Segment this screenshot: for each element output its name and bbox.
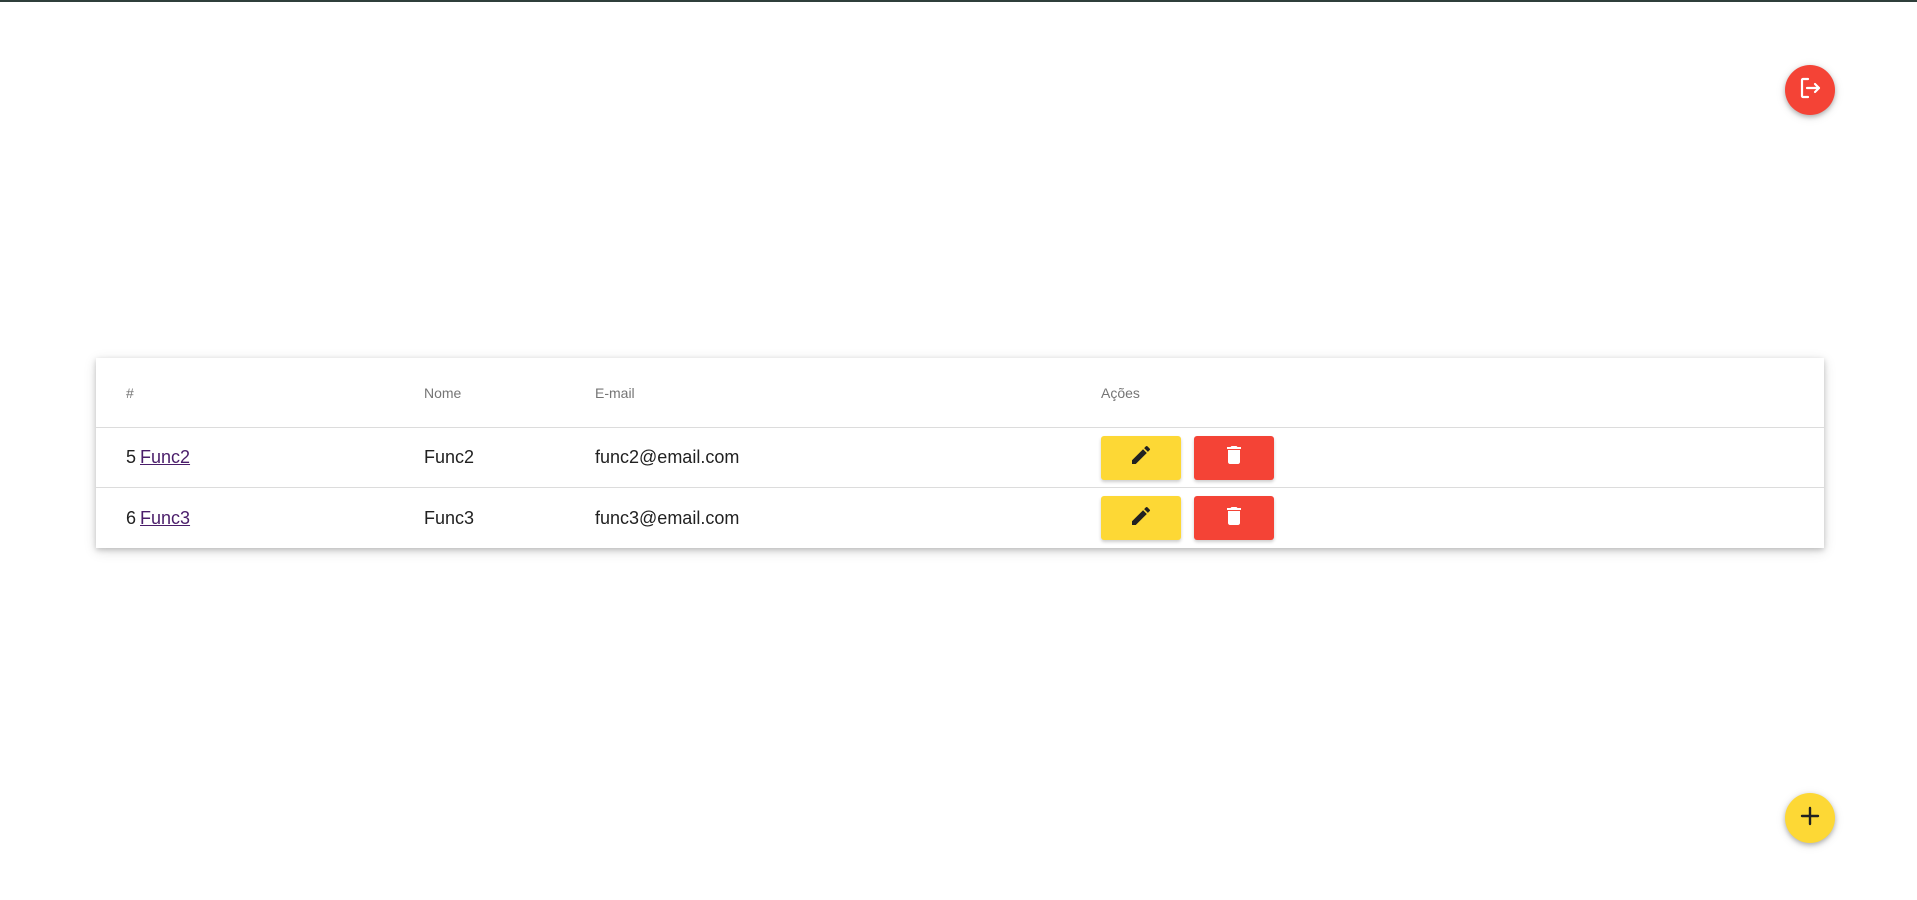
row-actions: [1101, 428, 1274, 487]
table-row: 5 Func2 Func2 func2@email.com: [96, 428, 1824, 488]
row-email: func3@email.com: [595, 507, 740, 528]
row-id-cell: 6 Func3: [126, 488, 190, 548]
table-row: 6 Func3 Func3 func3@email.com: [96, 488, 1824, 548]
row-id: 5: [126, 447, 137, 467]
table-header: # Nome E-mail Ações: [96, 358, 1824, 428]
pencil-icon: [1129, 443, 1153, 472]
plus-icon: [1799, 805, 1821, 832]
delete-button[interactable]: [1194, 435, 1274, 480]
top-border: [0, 0, 1917, 2]
trash-icon: [1222, 504, 1246, 533]
row-id-cell: 5 Func2: [126, 428, 190, 487]
pencil-icon: [1129, 504, 1153, 533]
edit-button[interactable]: [1101, 435, 1181, 480]
trash-icon: [1222, 443, 1246, 472]
row-actions: [1101, 488, 1274, 548]
employee-link[interactable]: Func2: [140, 447, 190, 468]
column-header-email: E-mail: [595, 384, 635, 401]
row-email: func2@email.com: [595, 447, 740, 467]
employees-table: # Nome E-mail Ações 5 Func2 Func2 func2@…: [96, 358, 1824, 548]
row-name: Func3: [424, 507, 475, 528]
row-name: Func2: [424, 447, 475, 467]
logout-icon: [1798, 76, 1822, 105]
row-id: 6: [126, 507, 137, 528]
edit-button[interactable]: [1101, 496, 1181, 540]
employee-link[interactable]: Func3: [140, 508, 190, 529]
logout-button[interactable]: [1785, 65, 1835, 115]
delete-button[interactable]: [1194, 496, 1274, 540]
column-header-name: Nome: [424, 384, 462, 401]
column-header-actions: Ações: [1101, 384, 1140, 401]
add-button[interactable]: [1785, 793, 1835, 843]
column-header-id: #: [126, 384, 134, 401]
